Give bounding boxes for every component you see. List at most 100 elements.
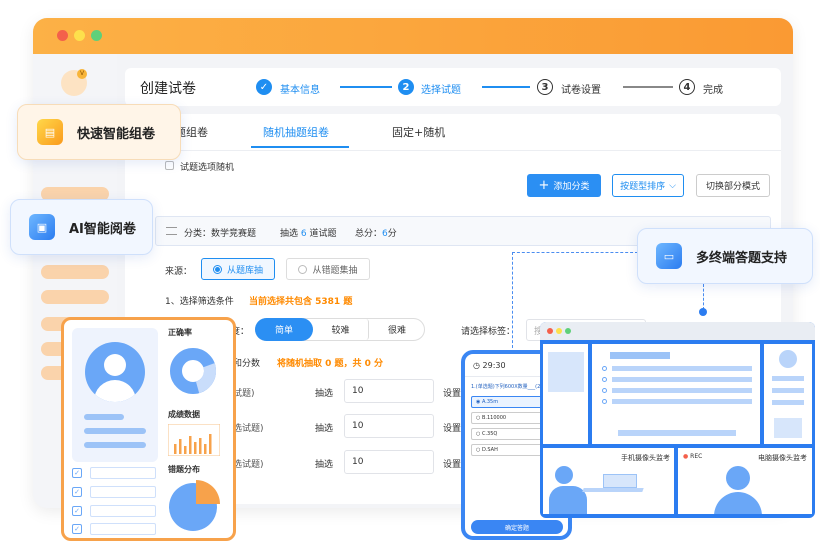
radio-icon bbox=[298, 264, 308, 274]
sidebar-item[interactable] bbox=[41, 290, 109, 304]
connector-dot bbox=[699, 308, 707, 316]
row-draw-label: 抽选 bbox=[315, 424, 334, 434]
smart-compose-badge: ▤ 快速智能组卷 bbox=[17, 104, 181, 160]
page-title: 创建试卷 bbox=[140, 81, 196, 97]
vip-icon: V bbox=[77, 69, 87, 79]
chevron-down-icon: ⌵ bbox=[669, 180, 676, 191]
random-info: 将随机抽取 0 题，共 0 分 bbox=[277, 359, 384, 369]
filter-step-label: 1、选择筛选条件 bbox=[165, 297, 234, 307]
ai-grading-text: AI智能阅卷 bbox=[69, 221, 136, 237]
category-name: 分类：数学竞赛题 bbox=[184, 229, 257, 239]
category-score: 总分：6分 bbox=[355, 229, 397, 239]
selected-info: 当前选择共包含 5381 题 bbox=[249, 297, 353, 307]
sort-select[interactable]: 按题型排序 ⌵ bbox=[612, 174, 684, 197]
multi-terminal-text: 多终端答题支持 bbox=[696, 250, 788, 266]
row-next-label: 设置 bbox=[443, 424, 462, 434]
difficulty-segment: 简单 较难 很难 bbox=[255, 318, 425, 341]
source-option-bank[interactable]: 从题库抽 bbox=[201, 258, 275, 280]
difficulty-medium[interactable]: 较难 bbox=[313, 319, 369, 340]
clock-icon: ◷ bbox=[473, 361, 483, 370]
row-count-input[interactable]: 10 bbox=[344, 414, 434, 438]
monitor-icon: ▭ bbox=[656, 243, 682, 269]
row-count-input[interactable]: 10 bbox=[344, 450, 434, 474]
phone-camera-view: 手机摄像头监考 bbox=[543, 448, 674, 514]
student-avatar bbox=[85, 342, 145, 402]
step-label[interactable]: 完成 bbox=[703, 81, 723, 96]
monitor-title-bar bbox=[540, 322, 815, 340]
row-type: 选试题) bbox=[233, 460, 264, 470]
error-dist-label: 错题分布 bbox=[168, 465, 200, 474]
step-done-icon: ✓ bbox=[256, 79, 272, 95]
step-label[interactable]: 试卷设置 bbox=[561, 81, 601, 96]
student-profile bbox=[72, 328, 158, 462]
rec-indicator: ● REC bbox=[683, 453, 703, 460]
close-dot[interactable] bbox=[57, 30, 68, 41]
step-header: 创建试卷 ✓ 基本信息 2 选择试题 3 试卷设置 4 完成 bbox=[125, 68, 781, 106]
switch-mode-button[interactable]: 切换部分模式 bbox=[696, 174, 770, 197]
step-connector bbox=[340, 86, 392, 88]
check-icon[interactable]: ✓ bbox=[72, 524, 82, 534]
drag-handle-icon[interactable] bbox=[166, 227, 177, 235]
maximize-dot[interactable] bbox=[91, 30, 102, 41]
connector-line bbox=[703, 284, 704, 310]
checklist: ✓ ✓ ✓ ✓ bbox=[70, 462, 158, 535]
connector-line bbox=[512, 252, 638, 253]
source-option-mistakes[interactable]: 从错题集抽 bbox=[286, 258, 370, 280]
active-tab-indicator bbox=[251, 146, 349, 148]
error-pie-chart bbox=[169, 480, 220, 531]
monitor-exam-screen bbox=[592, 344, 760, 444]
row-draw-label: 抽选 bbox=[315, 460, 334, 470]
step-label[interactable]: 选择试题 bbox=[421, 81, 461, 96]
connector-line bbox=[512, 252, 513, 348]
random-checkbox[interactable] bbox=[165, 161, 174, 170]
tab-divider bbox=[125, 150, 781, 151]
step-connector bbox=[623, 86, 673, 88]
row-count-input[interactable]: 10 bbox=[344, 379, 434, 403]
row-next-label: 设置 bbox=[443, 460, 462, 470]
pc-camera-view: ● REC 电脑摄像头监考 bbox=[678, 448, 812, 514]
smart-compose-text: 快速智能组卷 bbox=[77, 126, 156, 142]
accuracy-donut bbox=[170, 348, 216, 394]
ai-doc-icon: ▣ bbox=[29, 214, 55, 240]
radio-checked-icon bbox=[212, 264, 222, 274]
step-connector bbox=[482, 86, 530, 88]
add-category-button[interactable]: + 添加分类 bbox=[527, 174, 601, 197]
avatar[interactable]: V bbox=[61, 69, 87, 96]
phone-timer: ◷ 29:30 bbox=[473, 361, 506, 370]
sidebar-item[interactable] bbox=[41, 265, 109, 279]
check-icon[interactable]: ✓ bbox=[72, 468, 82, 478]
check-icon[interactable]: ✓ bbox=[72, 506, 82, 516]
phone-submit-button[interactable]: 确定答题 bbox=[471, 520, 563, 534]
score-data-label: 成绩数据 bbox=[168, 410, 200, 419]
tab-fixed-random[interactable]: 固定+随机 bbox=[392, 124, 445, 140]
step-label[interactable]: 基本信息 bbox=[280, 81, 320, 96]
step-number: 2 bbox=[398, 79, 414, 95]
tag-label: 请选择标签： bbox=[461, 327, 516, 337]
difficulty-hard[interactable]: 很难 bbox=[369, 319, 425, 340]
check-icon[interactable]: ✓ bbox=[72, 487, 82, 497]
tab-random-draw[interactable]: 随机抽题组卷 bbox=[263, 124, 329, 140]
plus-icon: + bbox=[538, 178, 550, 193]
score-bar-chart bbox=[168, 424, 220, 456]
multi-terminal-badge: ▭ 多终端答题支持 bbox=[637, 228, 813, 284]
step-number: 3 bbox=[537, 79, 553, 95]
row-next-label: 设置 bbox=[443, 389, 462, 399]
category-draw-count: 抽选 6 道试题 bbox=[280, 229, 337, 239]
difficulty-easy[interactable]: 简单 bbox=[255, 318, 313, 341]
title-bar bbox=[33, 18, 793, 54]
step-number: 4 bbox=[679, 79, 695, 95]
pc-camera-label: 电脑摄像头监考 bbox=[758, 454, 807, 462]
accuracy-label: 正确率 bbox=[168, 328, 192, 337]
random-checkbox-label: 试题选项随机 bbox=[180, 163, 235, 173]
minimize-dot[interactable] bbox=[74, 30, 85, 41]
score-label: 和分数 bbox=[233, 359, 261, 369]
ai-grading-badge: ▣ AI智能阅卷 bbox=[10, 199, 153, 255]
row-type: 选试题) bbox=[233, 424, 264, 434]
source-label: 来源： bbox=[165, 267, 193, 277]
phone-camera-label: 手机摄像头监考 bbox=[621, 454, 670, 462]
row-type: 试题) bbox=[233, 389, 255, 399]
row-draw-label: 抽选 bbox=[315, 389, 334, 399]
desktop-monitor: 手机摄像头监考 ● REC 电脑摄像头监考 bbox=[540, 322, 815, 518]
report-card: ✓ ✓ ✓ ✓ 正确率 成绩数据 错题分布 bbox=[61, 317, 236, 541]
document-icon: ▤ bbox=[37, 119, 63, 145]
